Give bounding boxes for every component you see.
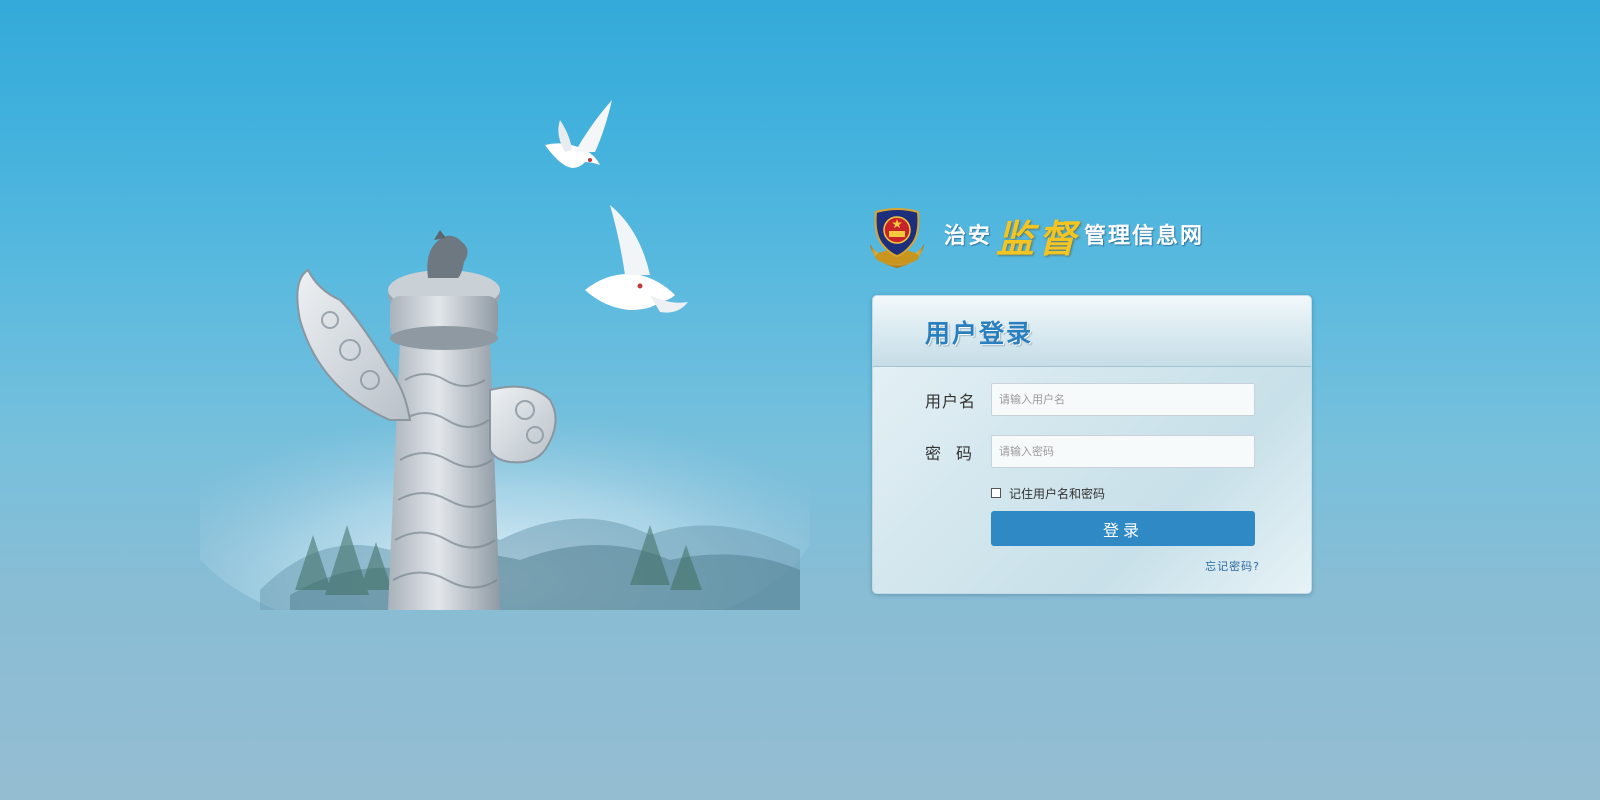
checkbox-icon[interactable] — [991, 488, 1001, 498]
login-title: 用户登录 — [925, 319, 1034, 348]
password-label: 密码 — [925, 444, 988, 463]
login-panel: 用户登录 用户名 密码 记住用户名和密码 登录 忘记密码? — [872, 295, 1312, 594]
username-input[interactable] — [991, 383, 1255, 416]
background-illustration — [200, 90, 810, 610]
dove-icon — [585, 205, 688, 313]
site-title-highlight: 监督 — [996, 216, 1081, 261]
huabiao-column-icon — [200, 100, 810, 610]
login-button[interactable]: 登录 — [991, 511, 1255, 546]
dove-icon — [545, 100, 612, 168]
site-header: 治安 监督 管理信息网 — [864, 204, 1244, 272]
remember-me-label: 记住用户名和密码 — [1009, 486, 1106, 501]
password-input[interactable] — [991, 435, 1255, 468]
police-emblem-icon — [870, 208, 924, 268]
username-label: 用户名 — [925, 392, 977, 411]
site-title: 治安 监督 管理信息网 — [944, 212, 1204, 262]
site-title-part1: 治安 — [944, 224, 993, 249]
login-panel-header: 用户登录 — [873, 296, 1311, 367]
site-title-part3: 管理信息网 — [1084, 224, 1205, 249]
forgot-password-link[interactable]: 忘记密码? — [1205, 558, 1260, 574]
remember-me-checkbox[interactable]: 记住用户名和密码 — [991, 485, 1105, 501]
